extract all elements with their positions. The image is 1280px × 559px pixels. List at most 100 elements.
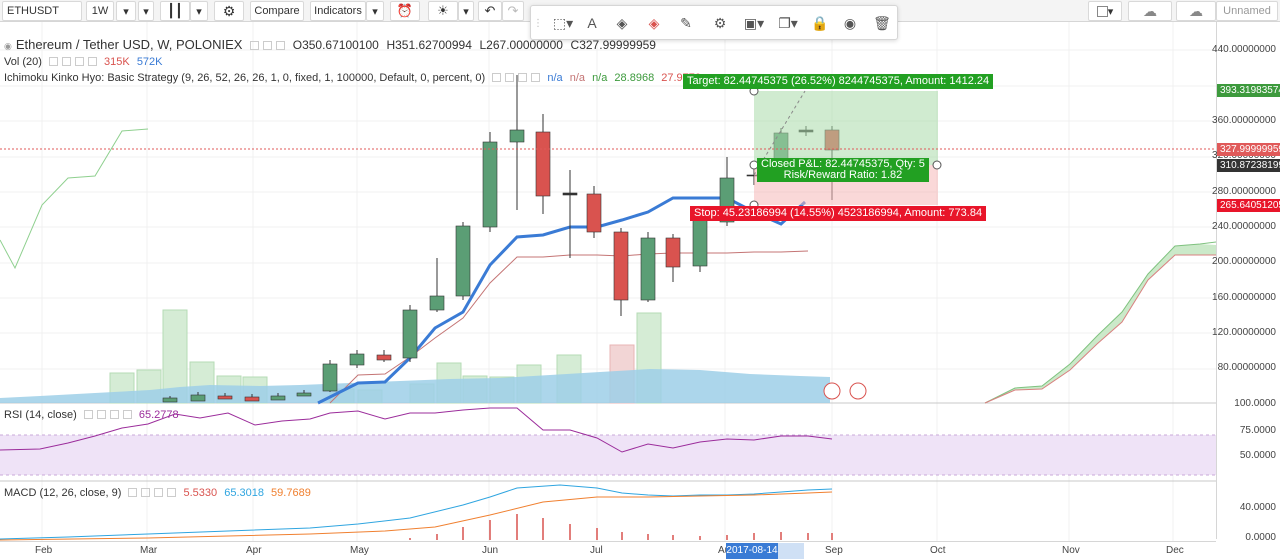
price-axis-label: 440.00000000	[1212, 44, 1276, 55]
flag-event-icon[interactable]	[823, 382, 841, 400]
ichimoku-senkou-b-right	[984, 254, 1216, 404]
visibility-button[interactable]: ▣▾	[739, 13, 769, 33]
time-axis-label: Feb	[35, 545, 53, 556]
delete-button[interactable]: 🗑	[871, 13, 893, 33]
legend-eye-icon[interactable]: ◉	[4, 41, 12, 51]
candle-body	[162, 397, 178, 403]
rsi-hide-icon[interactable]	[96, 410, 106, 419]
clone-button[interactable]: ❐▾	[773, 13, 803, 33]
position-stop-label[interactable]: Stop: 45.23186994 (14.55%) 4523186994, A…	[690, 206, 987, 221]
ohlc-high: H351.62700994	[386, 38, 472, 52]
macd-value-2: 65.3018	[224, 487, 264, 499]
template-button[interactable]: ⬚▾	[545, 13, 581, 33]
ichimoku-name: Ichimoku Kinko Hyo: Basic Strategy (9, 2…	[4, 72, 486, 84]
symbol-title: Ethereum / Tether USD, W, POLONIEX	[15, 37, 243, 52]
vol-more-icon[interactable]	[87, 57, 97, 66]
rsi-axis-100: 100.0000	[1234, 398, 1276, 409]
fill-color-button[interactable]: ◈	[611, 13, 633, 33]
position-target-label[interactable]: Target: 82.44745375 (26.52%) 8244745375,…	[683, 74, 994, 89]
text-color-button[interactable]: A	[581, 13, 603, 33]
ichimoku-legend: Ichimoku Kinko Hyo: Basic Strategy (9, 2…	[4, 72, 705, 84]
rsi-legend: RSI (14, close) 65.2778	[4, 409, 183, 421]
fill-color-2-button[interactable]: ◈	[643, 13, 665, 33]
vol-hide-icon[interactable]	[61, 57, 71, 66]
flag-event-icon-2[interactable]	[849, 382, 867, 400]
vol-close-icon[interactable]	[74, 57, 84, 66]
macd-axis-0: 0.0000	[1245, 532, 1276, 543]
ichimoku-senkou-a-right	[984, 241, 1216, 404]
legend-more-icon[interactable]	[276, 41, 286, 50]
paint-bucket-icon-2: ◈	[648, 14, 660, 31]
price-axis[interactable]: 440.00000000360.00000000320.00000000280.…	[1212, 22, 1280, 543]
layout-name: Unnamed	[1223, 5, 1271, 17]
time-axis-label: Sep	[825, 545, 843, 556]
layout-name-button[interactable]: Unnamed	[1216, 1, 1278, 21]
candle-body	[244, 396, 260, 402]
position-width-handle[interactable]	[932, 160, 942, 170]
vol-value-1: 315K	[104, 56, 130, 68]
drawing-toolbar: ⋮ ⬚▾ A ◈ ◈ ✎ ⚙ ▣▾ ❐▾ 🔒 ◉ 🗑	[530, 5, 898, 40]
macd-settings-icon[interactable]	[128, 488, 138, 497]
candle-body	[322, 363, 338, 392]
macd-value-3: 59.7689	[271, 487, 311, 499]
price-axis-label: 160.00000000	[1212, 292, 1276, 303]
candle-body	[190, 394, 206, 402]
text-icon: A	[587, 15, 597, 31]
ichimoku-close-icon[interactable]	[518, 73, 528, 82]
candle-body	[217, 395, 233, 400]
ichimoku-chikou-left	[0, 128, 149, 270]
target-text: Target: 82.44745375 (26.52%) 8244745375,…	[687, 75, 990, 87]
candle-body	[482, 141, 498, 228]
vol-name: Vol (20)	[4, 56, 42, 68]
price-axis-label: 360.00000000	[1212, 115, 1276, 126]
candle-body	[562, 192, 578, 196]
position-profit-zone[interactable]	[754, 91, 938, 165]
time-crosshair-text: 2017-08-14	[726, 545, 778, 556]
gear-icon: ⚙	[713, 14, 727, 31]
ichimoku-more-icon[interactable]	[531, 73, 541, 82]
rsi-more-icon[interactable]	[122, 410, 132, 419]
price-axis-label: 80.00000000	[1217, 362, 1276, 373]
ichimoku-hide-icon[interactable]	[505, 73, 515, 82]
drag-handle-icon[interactable]: ⋮	[533, 13, 543, 33]
rsi-name: RSI (14, close)	[4, 409, 77, 421]
rsi-axis-50: 50.0000	[1239, 450, 1276, 461]
time-axis-label: Apr	[246, 545, 262, 556]
price-axis-label: 280.00000000	[1212, 186, 1276, 197]
ohlc-open: O350.67100100	[292, 38, 379, 52]
time-crosshair-label: 2017-08-14	[726, 543, 778, 559]
macd-more-icon[interactable]	[167, 488, 177, 497]
entry-price-text: 310.87238199	[1220, 160, 1280, 171]
vol-settings-icon[interactable]	[48, 57, 58, 66]
legend-settings-icon[interactable]	[250, 41, 260, 50]
macd-hide-icon[interactable]	[141, 488, 151, 497]
hide-button[interactable]: ◉	[839, 13, 861, 33]
ohlc-low: L267.00000000	[479, 38, 563, 52]
ichimoku-settings-icon[interactable]	[492, 73, 502, 82]
legend-hide-icon[interactable]	[263, 41, 273, 50]
time-axis-label: Oct	[930, 545, 946, 556]
lock-button[interactable]: 🔒	[809, 13, 831, 33]
candle-body	[429, 295, 445, 311]
candle-body	[586, 193, 602, 233]
clone-icon: ❐▾	[778, 14, 798, 31]
drawing-settings-button[interactable]: ⚙	[709, 13, 731, 33]
trash-icon: 🗑	[873, 14, 891, 31]
time-axis[interactable]: Feb Mar Apr May Jun Jul Au Sep Oct Nov Dec 2017-08…	[0, 541, 1216, 559]
candle-body	[376, 354, 392, 361]
vol-legend: Vol (20) 315K 572K	[4, 56, 167, 68]
candle-body	[349, 353, 365, 366]
rsi-axis-75: 75.0000	[1239, 425, 1276, 436]
pencil-icon: ✎	[680, 14, 692, 31]
macd-close-icon[interactable]	[154, 488, 164, 497]
candle-body	[692, 219, 708, 267]
rsi-settings-icon[interactable]	[83, 410, 93, 419]
position-pnl-label[interactable]: Closed P&L: 82.44745375, Qty: 5 Risk/Rew…	[757, 158, 929, 182]
last-price-tag: 327.99999959	[1217, 143, 1280, 156]
candle-body	[640, 237, 656, 301]
rsi-band	[0, 435, 1216, 475]
time-range-highlight	[778, 543, 804, 559]
candle-body	[509, 129, 525, 143]
rsi-close-icon[interactable]	[109, 410, 119, 419]
line-color-button[interactable]: ✎	[675, 13, 697, 33]
